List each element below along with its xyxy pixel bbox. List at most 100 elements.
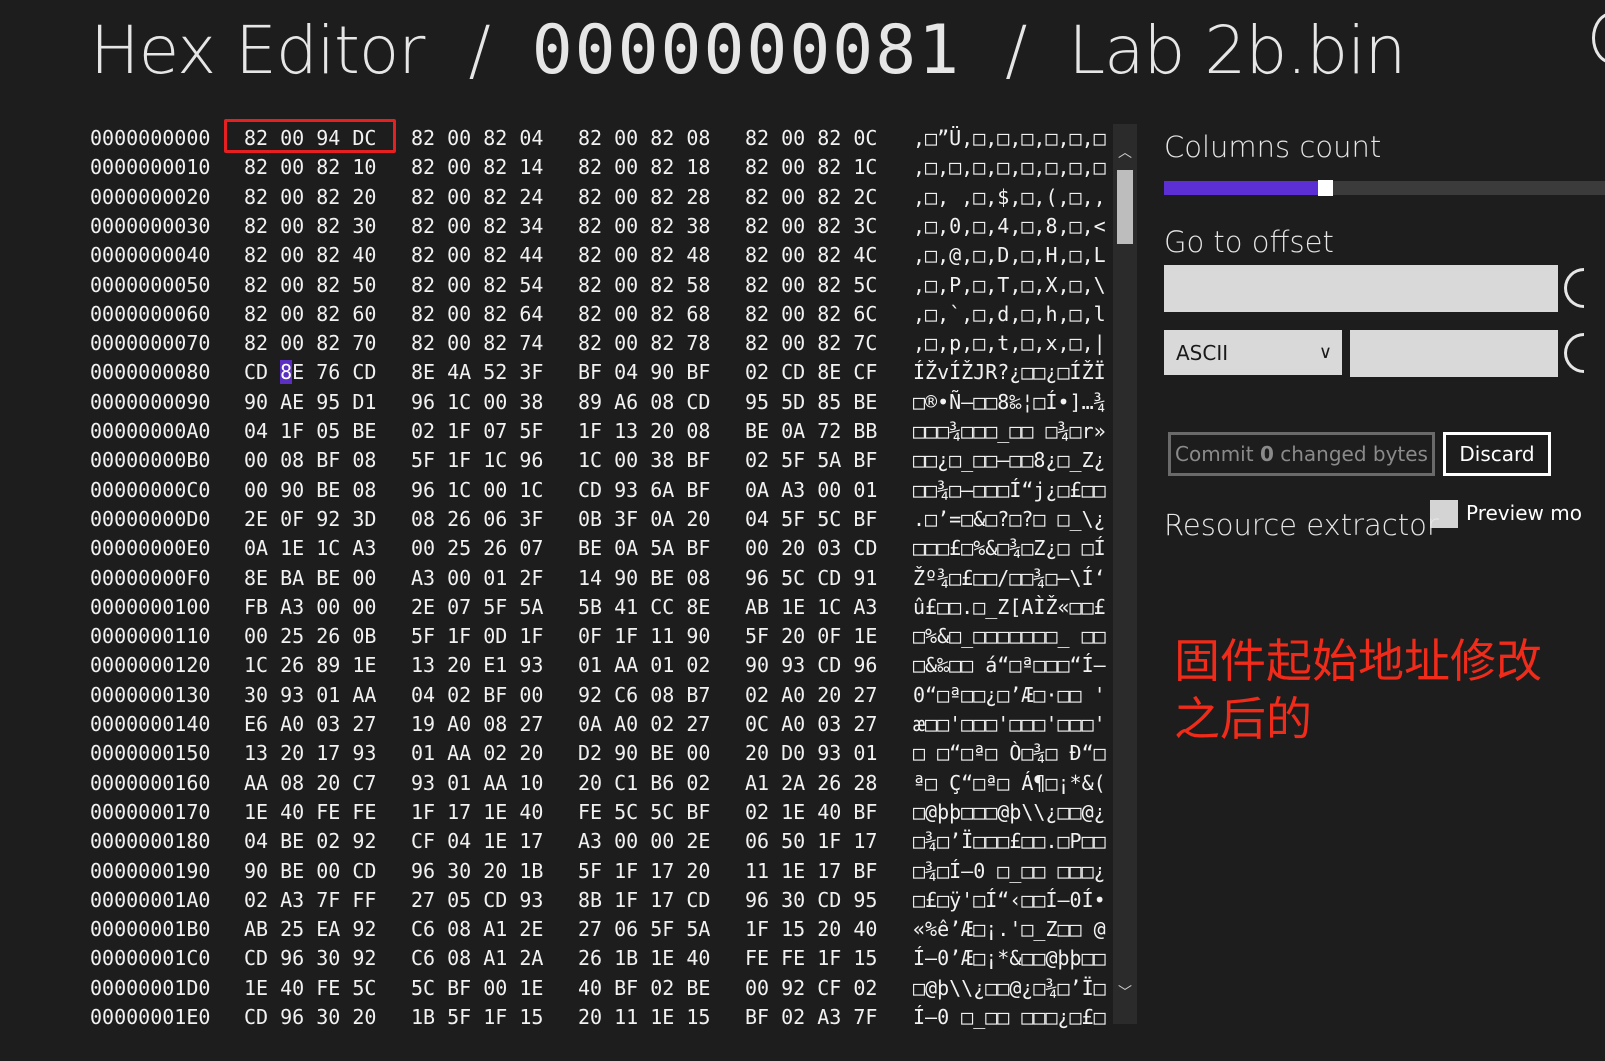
byte-group[interactable]: 00 08 BF 08 <box>244 446 376 475</box>
byte-group[interactable]: 96 30 CD 95 <box>745 886 877 915</box>
byte-group[interactable]: 5F 20 0F 1E <box>745 622 877 651</box>
slider-thumb[interactable] <box>1318 180 1333 196</box>
byte-text[interactable]: CD <box>244 360 280 384</box>
byte-group[interactable]: 20 11 1E 15 <box>578 1003 710 1032</box>
byte-group[interactable]: 02 A3 7F FF <box>244 886 376 915</box>
ascii-text[interactable]: ,□,`,□,d,□,h,□,l <box>913 300 1120 329</box>
byte-group[interactable]: 82 00 82 10 <box>244 153 376 182</box>
ascii-text[interactable]: □@þþ□□□@þ\\¿□□@¿ <box>913 798 1120 827</box>
byte-group[interactable]: 02 1E 40 BF <box>745 798 877 827</box>
byte-group[interactable]: 5C BF 00 1E <box>411 974 543 1003</box>
search-input[interactable] <box>1350 330 1558 377</box>
byte-group[interactable]: E6 A0 03 27 <box>244 710 376 739</box>
byte-group[interactable]: 82 00 82 5C <box>745 271 877 300</box>
byte-group[interactable]: 04 5F 5C BF <box>745 505 877 534</box>
back-button-edge[interactable] <box>1592 12 1605 64</box>
byte-group[interactable]: 04 BE 02 92 <box>244 827 376 856</box>
edit-cursor[interactable]: 8 <box>280 360 293 385</box>
byte-group[interactable]: 82 00 82 4C <box>745 241 877 270</box>
byte-group[interactable]: 82 00 82 3C <box>745 212 877 241</box>
byte-group[interactable]: 00 92 CF 02 <box>745 974 877 1003</box>
ascii-text[interactable]: 0“□ª□□¿□’Æ□·□□ ' <box>913 681 1120 710</box>
ascii-text[interactable]: ,□,@,□,D,□,H,□,L <box>913 241 1120 270</box>
byte-group[interactable]: AB 25 EA 92 <box>244 915 376 944</box>
byte-group[interactable]: 82 00 82 78 <box>578 329 710 358</box>
byte-group[interactable]: 0A A3 00 01 <box>745 476 877 505</box>
byte-group[interactable]: BF 04 90 BF <box>578 358 710 387</box>
columns-count-slider[interactable] <box>1164 180 1605 196</box>
search-go-icon[interactable] <box>1564 333 1584 373</box>
byte-group[interactable]: 02 5F 5A BF <box>745 446 877 475</box>
byte-group[interactable]: BE 0A 72 BB <box>745 417 877 446</box>
ascii-text[interactable]: □□□£□%&□¾□Z¿□ □Í <box>913 534 1120 563</box>
byte-group[interactable]: 82 00 82 7C <box>745 329 877 358</box>
byte-group[interactable]: 82 00 82 30 <box>244 212 376 241</box>
scroll-thumb[interactable] <box>1117 170 1133 244</box>
byte-group[interactable]: 00 25 26 07 <box>411 534 543 563</box>
ascii-text[interactable]: «%ê’Æ□¡.'□_Z□□ @ <box>913 915 1120 944</box>
ascii-text[interactable]: □□¿□_□□–□□8¿□_Z¿ <box>913 446 1120 475</box>
byte-group[interactable]: 82 00 82 48 <box>578 241 710 270</box>
vertical-scrollbar[interactable]: ︿ ﹀ <box>1113 124 1137 1024</box>
ascii-text[interactable]: □£□ÿ'□Í“‹□□Í–0Í• <box>913 886 1120 915</box>
byte-group[interactable]: AB 1E 1C A3 <box>745 593 877 622</box>
byte-group[interactable]: 1F 13 20 08 <box>578 417 710 446</box>
ascii-text[interactable]: ,□, ,□,$,□,(,□,, <box>913 183 1120 212</box>
byte-group[interactable]: 96 5C CD 91 <box>745 564 877 593</box>
byte-group[interactable]: C6 08 A1 2A <box>411 944 543 973</box>
byte-group[interactable]: 82 00 82 6C <box>745 300 877 329</box>
byte-group[interactable]: 82 00 82 0C <box>745 124 877 153</box>
byte-group[interactable]: 5B 41 CC 8E <box>578 593 710 622</box>
byte-group[interactable]: 8E 4A 52 3F <box>411 358 543 387</box>
byte-group[interactable]: 20 D0 93 01 <box>745 739 877 768</box>
byte-group[interactable]: 89 A6 08 CD <box>578 388 710 417</box>
byte-group[interactable]: 00 20 03 CD <box>745 534 877 563</box>
byte-group[interactable]: 82 00 82 60 <box>244 300 376 329</box>
ascii-text[interactable]: □¾□Í–0 □_□□ □□□¿ <box>913 857 1120 886</box>
byte-group[interactable]: 1C 00 38 BF <box>578 446 710 475</box>
byte-group[interactable]: 82 00 82 18 <box>578 153 710 182</box>
byte-group[interactable]: 90 AE 95 D1 <box>244 388 376 417</box>
ascii-text[interactable]: □&‰□□ á“□ª□□□“Í– <box>913 651 1120 680</box>
byte-group[interactable]: 5F 1F 0D 1F <box>411 622 543 651</box>
ascii-text[interactable]: æ□□'□□□'□□□'□□□' <box>913 710 1120 739</box>
byte-group[interactable]: CD 96 30 92 <box>244 944 376 973</box>
scroll-up-icon[interactable]: ︿ <box>1113 142 1137 164</box>
byte-group[interactable]: A3 00 00 2E <box>578 827 710 856</box>
byte-group[interactable]: 19 A0 08 27 <box>411 710 543 739</box>
go-icon[interactable] <box>1564 268 1584 308</box>
byte-group[interactable]: BE 0A 5A BF <box>578 534 710 563</box>
byte-group[interactable]: CD 96 30 20 <box>244 1003 376 1032</box>
byte-group[interactable]: 01 AA 01 02 <box>578 651 710 680</box>
byte-group[interactable]: 82 00 82 04 <box>411 124 543 153</box>
byte-group[interactable]: 1E 40 FE 5C <box>244 974 376 1003</box>
byte-group[interactable]: 0F 1F 11 90 <box>578 622 710 651</box>
byte-group[interactable]: 1B 5F 1F 15 <box>411 1003 543 1032</box>
byte-group[interactable]: 82 00 82 74 <box>411 329 543 358</box>
ascii-text[interactable]: ,□,0,□,4,□,8,□,< <box>913 212 1120 241</box>
ascii-text[interactable]: □¾□’Ï□□□£□□.□P□□ <box>913 827 1120 856</box>
byte-group[interactable]: BF 02 A3 7F <box>745 1003 877 1032</box>
scroll-down-icon[interactable]: ﹀ <box>1113 982 1137 1004</box>
byte-group[interactable]: 82 00 82 40 <box>244 241 376 270</box>
byte-group[interactable]: 40 BF 02 BE <box>578 974 710 1003</box>
byte-group[interactable]: 1C 26 89 1E <box>244 651 376 680</box>
byte-group[interactable]: 96 1C 00 38 <box>411 388 543 417</box>
byte-group[interactable]: 1E 40 FE FE <box>244 798 376 827</box>
byte-group[interactable]: 00 90 BE 08 <box>244 476 376 505</box>
byte-group[interactable]: 26 1B 1E 40 <box>578 944 710 973</box>
ascii-text[interactable]: □ □“□ª□ Ò□¾□ Ð“□ <box>913 739 1120 768</box>
ascii-text[interactable]: □®•Ñ–□□8‰¦□Í•]…¾ <box>913 388 1120 417</box>
byte-group[interactable]: 27 05 CD 93 <box>411 886 543 915</box>
byte-group[interactable]: 0C A0 03 27 <box>745 710 877 739</box>
byte-group[interactable]: 2E 0F 92 3D <box>244 505 376 534</box>
byte-group[interactable]: 0B 3F 0A 20 <box>578 505 710 534</box>
byte-group[interactable]: 27 06 5F 5A <box>578 915 710 944</box>
byte-group[interactable]: 82 00 82 44 <box>411 241 543 270</box>
byte-group[interactable]: 82 00 82 68 <box>578 300 710 329</box>
byte-group[interactable]: 30 93 01 AA <box>244 681 376 710</box>
byte-group[interactable]: C6 08 A1 2E <box>411 915 543 944</box>
byte-group[interactable]: 02 1F 07 5F <box>411 417 543 446</box>
discard-button[interactable]: Discard <box>1443 432 1551 476</box>
byte-group[interactable]: 82 00 82 14 <box>411 153 543 182</box>
